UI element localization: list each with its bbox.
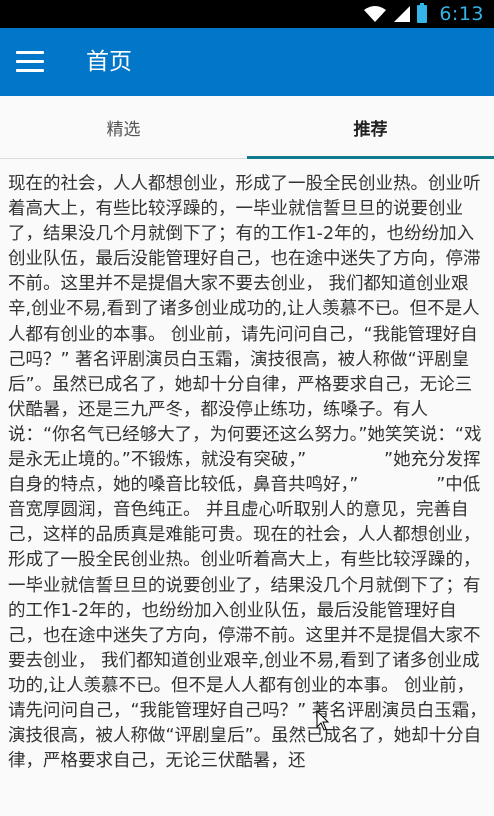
signal-icon bbox=[394, 6, 411, 22]
wifi-icon bbox=[364, 6, 387, 22]
app-bar: 首页 bbox=[0, 28, 494, 96]
status-bar: 6:13 bbox=[0, 0, 494, 28]
hamburger-menu-icon[interactable] bbox=[16, 51, 44, 73]
mouse-cursor-icon bbox=[316, 710, 330, 731]
status-time: 6:13 bbox=[439, 3, 484, 25]
tab-recommended[interactable]: 推荐 bbox=[247, 96, 494, 158]
battery-icon bbox=[417, 3, 428, 23]
tab-indicator bbox=[247, 156, 494, 159]
tab-bar: 精选 推荐 bbox=[0, 96, 494, 159]
status-icons: 6:13 bbox=[363, 0, 494, 28]
article-text: 现在的社会，人人都想创业，形成了一股全民创业热。创业听着高大上，有些比较浮躁的，… bbox=[8, 174, 487, 772]
page-title: 首页 bbox=[86, 49, 132, 75]
tab-featured[interactable]: 精选 bbox=[0, 96, 247, 158]
